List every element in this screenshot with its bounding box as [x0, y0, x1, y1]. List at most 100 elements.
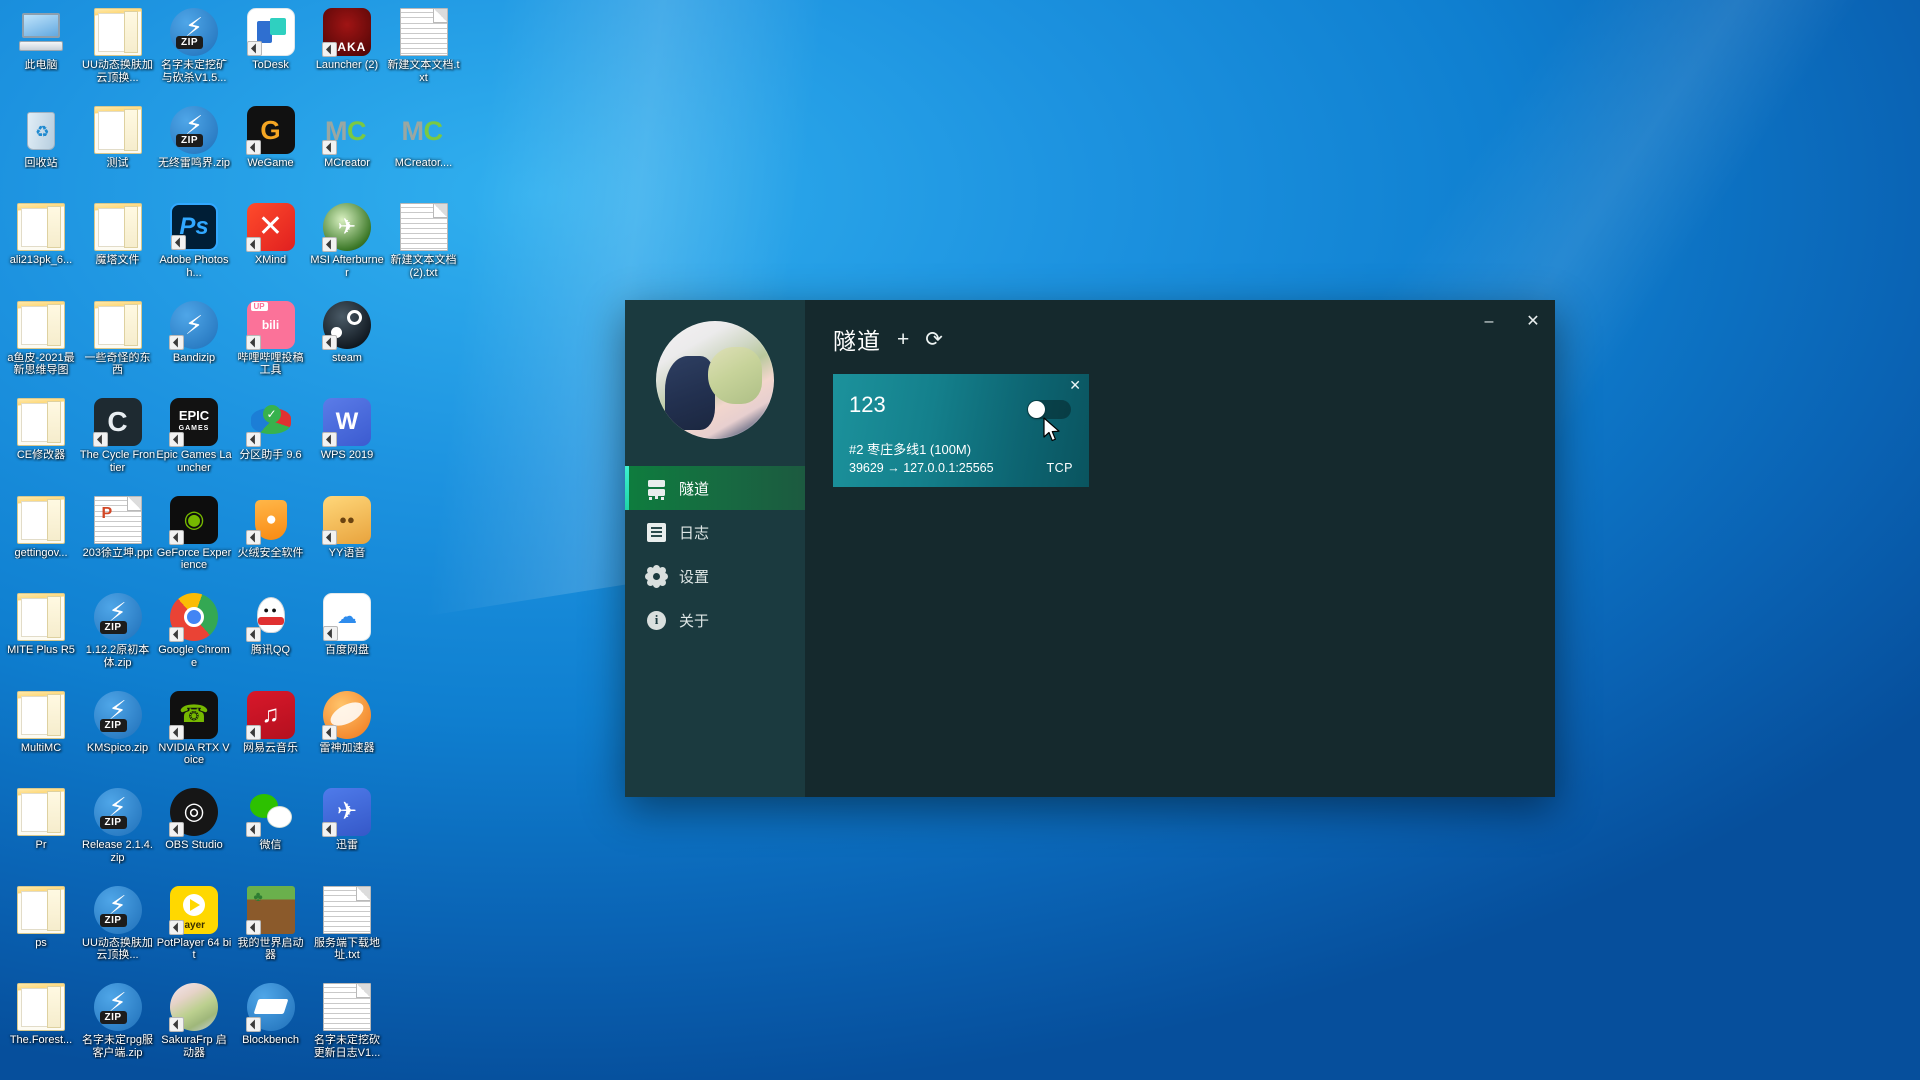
mcreator-icon: MC — [322, 106, 371, 155]
desktop-icon[interactable]: ✓ 分区助手 9.6 — [233, 398, 309, 462]
desktop-icon[interactable]: SakuraFrp 启动器 — [156, 983, 232, 1059]
desktop-icon[interactable]: ✕ XMind — [233, 203, 309, 267]
desktop-icon[interactable]: The.Forest... — [3, 983, 79, 1047]
desktop-icon-label: 新建文本文档 (2).txt — [390, 254, 457, 279]
shortcut-arrow-icon — [169, 334, 184, 350]
desktop-icon[interactable]: RAKA Launcher (2) — [309, 8, 385, 72]
desktop-icon[interactable]: ⚡ ZIP Release 2.1.4.zip — [80, 788, 156, 864]
desktop[interactable]: 此电脑 UU动态换肤加云顶换... ⚡ ZIP 名字未定挖矿与砍杀V1.5... ToDe… — [0, 0, 1920, 1080]
add-tunnel-button[interactable]: + — [897, 329, 909, 350]
refresh-button[interactable]: ⟳ — [925, 329, 943, 350]
desktop-icon[interactable]: gettingov... — [3, 495, 79, 560]
desktop-icon[interactable]: bili UP 哔哩哔哩投稿工具 — [233, 300, 309, 377]
tunnel-list: ✕ 123 #2 枣庄多线1 (100M) 39629 → 127.0.0.1:… — [805, 356, 1555, 487]
desktop-icon[interactable]: UU动态换肤加云顶换... — [80, 8, 156, 84]
sidebar-item-settings[interactable]: 设置 — [625, 554, 805, 598]
shortcut-arrow-icon — [245, 237, 261, 252]
partition-icon: ✓ — [245, 398, 295, 447]
desktop-icon-label: MCreator.... — [394, 156, 453, 169]
desktop-icon-label: Pr — [35, 839, 47, 851]
minimize-button[interactable]: – — [1467, 300, 1511, 344]
desktop-icon[interactable]: 服务端下载地址.txt — [309, 885, 385, 962]
desktop-icon-label: Adobe Photosh... — [159, 254, 229, 279]
desktop-icon-label: SakuraFrp 启动器 — [161, 1034, 227, 1059]
desktop-icon[interactable]: Blockbench — [233, 983, 309, 1047]
desktop-icon[interactable]: ps — [3, 885, 79, 950]
desktop-icon[interactable]: Google Chrome — [156, 593, 232, 669]
sidebar-item-logs[interactable]: 日志 — [625, 510, 805, 554]
sidebar-item-about[interactable]: 关于 — [625, 598, 805, 642]
desktop-icon[interactable]: ● ● 腾讯QQ — [233, 593, 309, 657]
desktop-icon-label: steam — [332, 351, 362, 364]
desktop-icon[interactable]: ◉ GeForce Experience — [156, 495, 232, 572]
desktop-icon[interactable]: C The Cycle Frontier — [80, 398, 156, 474]
desktop-icon-label: WeGame — [247, 156, 294, 169]
desktop-icon[interactable]: CE修改器 — [3, 398, 79, 462]
desktop-icon[interactable]: a鱼皮-2021最新思维导图 — [3, 300, 79, 377]
desktop-icon[interactable]: 新建文本文档.txt — [386, 8, 462, 84]
desktop-icon[interactable]: ToDesk — [233, 8, 309, 72]
avatar[interactable] — [656, 321, 774, 439]
tunnel-toggle[interactable] — [1027, 400, 1071, 419]
desktop-icon[interactable]: G WeGame — [233, 105, 309, 170]
desktop-icon-label: OBS Studio — [165, 839, 223, 851]
desktop-icon[interactable]: 新建文本文档 (2).txt — [386, 203, 462, 279]
desktop-icon[interactable]: M C MCreator.... — [386, 106, 462, 170]
desktop-icon[interactable]: P 203徐立坤.ppt — [80, 495, 156, 560]
desktop-icon[interactable]: W WPS 2019 — [309, 398, 385, 462]
desktop-icon[interactable]: Player PotPlayer 64 bit — [156, 885, 232, 962]
desktop-icon-label: 百度网盘 — [325, 644, 369, 656]
desktop-icon[interactable]: ali213pk_6... — [3, 203, 79, 267]
raka-icon: RAKA — [322, 8, 371, 57]
desktop-icon[interactable]: ☎ NVIDIA RTX Voice — [156, 690, 232, 767]
desktop-icon[interactable]: 此电脑 — [3, 8, 79, 72]
desktop-icon[interactable]: 魔塔文件 — [80, 203, 156, 267]
desktop-icon[interactable]: ✈ MSI Afterburner — [309, 203, 385, 279]
desktop-icon[interactable]: ●● YY语音 — [309, 495, 385, 560]
sakurafrp-window[interactable]: 隧道 日志 设置 关于 – ✕ — [625, 300, 1555, 797]
shortcut-arrow-icon — [245, 529, 261, 545]
desktop-icon[interactable]: 测试 — [80, 105, 156, 170]
desktop-icon[interactable]: MultiMC — [3, 690, 79, 755]
desktop-icon[interactable]: ⚡ ZIP UU动态换肤加云顶换... — [80, 885, 156, 962]
sidebar-item-tunnels[interactable]: 隧道 — [625, 466, 805, 510]
desktop-icon[interactable]: 微信 — [233, 788, 309, 852]
desktop-icon[interactable]: MITE Plus R5 — [3, 593, 79, 657]
desktop-icon[interactable]: 一些奇怪的东西 — [80, 300, 156, 377]
desktop-icon[interactable]: EPIC GAMES Epic Games Launcher — [156, 398, 232, 474]
mcreator-icon: MC — [401, 115, 444, 146]
desktop-icon[interactable]: ✈ 迅雷 — [309, 788, 385, 852]
tunnel-card[interactable]: ✕ 123 #2 枣庄多线1 (100M) 39629 → 127.0.0.1:… — [833, 374, 1089, 487]
desktop-icon[interactable]: Ps Adobe Photosh... — [156, 203, 232, 279]
desktop-icon[interactable]: Pr — [3, 788, 79, 852]
delete-tunnel-icon[interactable]: ✕ — [1069, 378, 1081, 392]
desktop-icon[interactable]: steam — [309, 300, 385, 365]
desktop-icon[interactable]: M C MCreator — [309, 106, 385, 170]
desktop-icon[interactable]: ⚡ ZIP 无终雷鸣界.zip — [156, 105, 232, 170]
desktop-icon[interactable]: 名字未定挖砍更新日志V1... — [309, 983, 385, 1059]
desktop-icon[interactable]: 雷神加速器 — [309, 690, 385, 755]
desktop-icon[interactable]: ⚡ Bandizip — [156, 300, 232, 365]
shortcut-arrow-icon — [245, 334, 261, 350]
close-button[interactable]: ✕ — [1511, 300, 1555, 344]
desktop-icon-label: 腾讯QQ — [250, 644, 291, 656]
desktop-icon-label: 哔哩哔哩投稿工具 — [237, 351, 304, 377]
sidebar-item-label: 设置 — [679, 568, 710, 586]
desktop-icon[interactable]: ⚡ ZIP 名字未定挖矿与砍杀V1.5... — [156, 8, 232, 84]
desktop-icon[interactable]: ⚡ ZIP KMSpico.zip — [80, 690, 156, 755]
desktop-icon[interactable]: ♻ 回收站 — [3, 106, 79, 170]
desktop-icon-label: a鱼皮-2021最新思维导图 — [7, 351, 75, 377]
desktop-icon[interactable]: ⚡ ZIP 1.12.2原初本体.zip — [80, 593, 156, 669]
desktop-icon[interactable]: ♫ 网易云音乐 — [233, 690, 309, 755]
avatar-container — [625, 300, 805, 460]
desktop-icon[interactable]: ● 火绒安全软件 — [233, 496, 309, 560]
desktop-icon[interactable]: ♣ 我的世界启动器 — [233, 885, 309, 962]
desktop-icon[interactable]: ⚡ ZIP 名字未定rpg服客户端.zip — [80, 983, 156, 1059]
shortcut-arrow-icon — [169, 1017, 184, 1032]
desktop-icon[interactable]: ◎ OBS Studio — [156, 788, 232, 852]
desktop-icon[interactable]: ☁ 百度网盘 — [309, 593, 385, 657]
page-title: 隧道 — [833, 328, 881, 354]
shortcut-arrow-icon — [169, 627, 184, 642]
tunnel-card-top: 123 — [849, 388, 1073, 419]
shortcut-arrow-icon — [322, 724, 337, 740]
